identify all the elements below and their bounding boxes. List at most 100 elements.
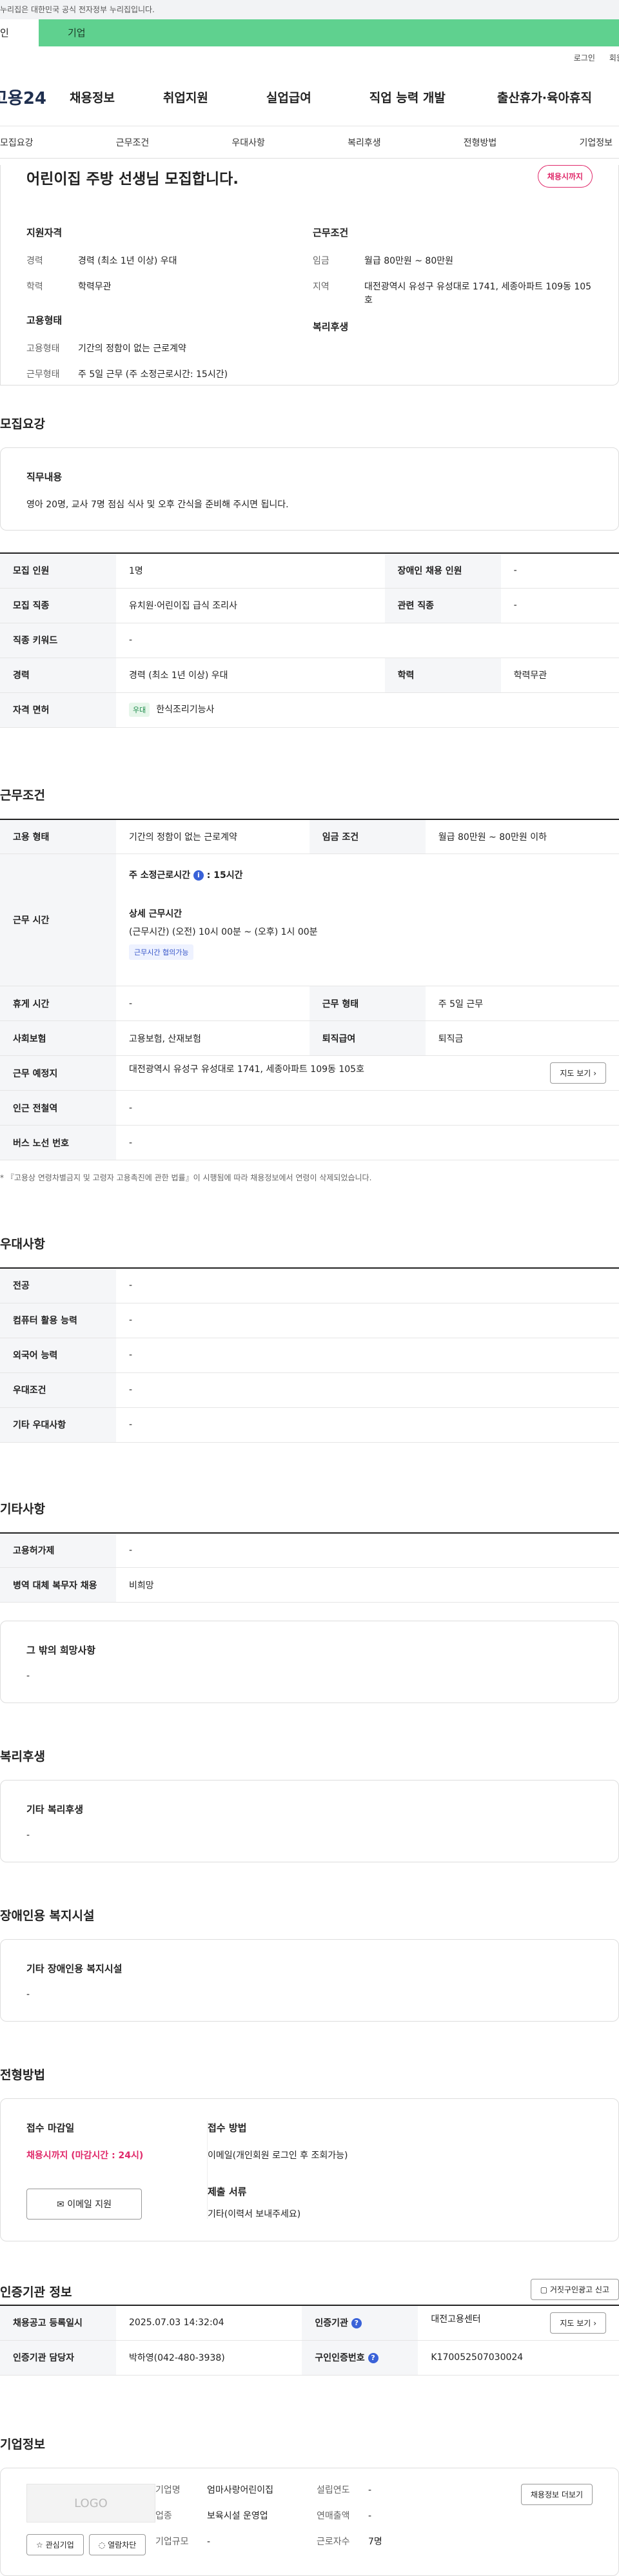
td: 월급 80만원 ~ 80만원 이하 bbox=[425, 819, 619, 854]
welfare-box: 기타 복리후생 - bbox=[0, 1780, 619, 1862]
gnb-item[interactable]: 채용정보 bbox=[70, 88, 115, 106]
info-icon[interactable]: ? bbox=[351, 2318, 362, 2329]
chevron-right-icon: › bbox=[593, 1069, 596, 1078]
gnb-item[interactable]: 실업급여 bbox=[266, 88, 311, 106]
preferred-tag: 우대 bbox=[129, 703, 150, 717]
td: K170052507030024 bbox=[418, 2340, 619, 2376]
subnav-item[interactable]: 복리후생 bbox=[348, 136, 381, 149]
welfare-heading: 복리후생 bbox=[313, 320, 349, 333]
table-row: 우대조건 - bbox=[0, 1372, 619, 1408]
negotiable-chip: 근무시간 협의가능 bbox=[129, 944, 194, 960]
deadline-heading: 접수 마감일 bbox=[26, 2122, 75, 2134]
job-summary-card: 어린이집 주방 선생님 모집합니다. 채용시까지 지원자격 경력 경력 (최소 1… bbox=[0, 165, 619, 385]
site-logo[interactable]: 고용24 bbox=[0, 85, 70, 109]
email-apply-button[interactable]: ✉ 이메일 지원 bbox=[26, 2189, 142, 2220]
label: 지역 bbox=[313, 282, 329, 293]
table-row: 전공 - bbox=[0, 1268, 619, 1303]
table-row: 자격 면허 우대 한식조리기능사 bbox=[0, 692, 619, 728]
document-icon: ▢ bbox=[540, 2285, 548, 2294]
th: 퇴직급여 bbox=[309, 1020, 426, 1056]
info-icon[interactable]: ? bbox=[368, 2353, 378, 2363]
td: - bbox=[116, 1268, 619, 1303]
deadline-badge: 채용시까지 bbox=[537, 165, 593, 188]
th: 경력 bbox=[0, 658, 116, 693]
th: 휴게 시간 bbox=[0, 986, 116, 1021]
table-row: 버스 노선 번호 - bbox=[0, 1125, 619, 1160]
age-note: * 『고용상 연령차별금지 및 고령자 고용촉진에 관한 법률』이 시행됨에 따… bbox=[0, 1173, 372, 1182]
company-info-col1: 기업명 엄마사랑어린이집 업종 보육시설 운영업 기업규모 - bbox=[155, 2484, 317, 2560]
td: - bbox=[500, 553, 619, 589]
other-wishes-box: 그 밖의 희망사항 - bbox=[0, 1621, 619, 1703]
condition-column: 근무조건 임금 월급 80만원 ~ 80만원 지역 대전광역시 유성구 유성대로 1… bbox=[313, 226, 599, 394]
th: 장애인 채용 인원 bbox=[384, 553, 501, 589]
table-row: 인근 전철역 - bbox=[0, 1090, 619, 1126]
th: 병역 대체 복무자 채용 bbox=[0, 1567, 116, 1603]
subnav-item[interactable]: 기업정보 bbox=[579, 136, 613, 149]
method-column: 접수 방법 이메일(개인회원 로그인 후 조회가능) 제출 서류 기타(이력서 … bbox=[207, 2121, 348, 2220]
condition-heading: 근무조건 bbox=[313, 227, 349, 239]
td: - bbox=[116, 623, 619, 658]
th: 인증기관 ? bbox=[302, 2305, 418, 2341]
logo-column: LOGO ☆ 관심기업 ◌ 열람차단 bbox=[26, 2483, 155, 2560]
false-ad-report-button[interactable]: ▢ 거짓구인광고 신고 bbox=[530, 2279, 619, 2300]
th: 근무 예정지 bbox=[0, 1055, 116, 1091]
subnav-item[interactable]: 우대사항 bbox=[231, 136, 265, 149]
more-jobs-button[interactable]: 채용정보 더보기 bbox=[520, 2483, 593, 2505]
gnb-item[interactable]: 직업 능력 개발 bbox=[369, 88, 446, 106]
method-heading: 접수 방법 bbox=[208, 2122, 247, 2134]
star-icon: ☆ bbox=[36, 2540, 43, 2550]
label: 설립연도 bbox=[317, 2484, 350, 2495]
subnav-item[interactable]: 전형방법 bbox=[464, 136, 497, 149]
other-wishes-heading: 그 밖의 희망사항 bbox=[26, 1644, 96, 1656]
table-row: 고용 형태 기간의 정함이 없는 근로계약 임금 조건 월급 80만원 ~ 80만원 … bbox=[0, 819, 619, 854]
deadline-value: 채용시까지 (마감시간 : 24시) bbox=[26, 2151, 144, 2161]
login-link[interactable]: 로그인 bbox=[574, 52, 595, 63]
value: 대전광역시 유성구 유성대로 1741, 세종아파트 109동 105호 bbox=[364, 282, 592, 306]
tab-business[interactable]: 기업 bbox=[39, 19, 619, 46]
deadline-column: 접수 마감일 채용시까지 (마감시간 : 24시) ✉ 이메일 지원 bbox=[26, 2121, 207, 2220]
td: 학력무관 bbox=[500, 658, 619, 693]
selection-box: 접수 마감일 채용시까지 (마감시간 : 24시) ✉ 이메일 지원 접수 방법… bbox=[0, 2098, 619, 2241]
gnb-item[interactable]: 취업지원 bbox=[163, 88, 208, 106]
value: - bbox=[207, 2537, 211, 2548]
value: 학력무관 bbox=[78, 282, 112, 293]
table-row: 모집 직종 유치원·어린이집 급식 조리사 관련 직종 - bbox=[0, 588, 619, 623]
subnav-item[interactable]: 모집요강 bbox=[0, 136, 34, 149]
detail-hours-value: (근무시간) (오전) 10시 00분 ~ (오후) 1시 00분 bbox=[129, 927, 318, 937]
value: - bbox=[368, 2510, 372, 2521]
docs-heading: 제출 서류 bbox=[208, 2186, 247, 2198]
map-button[interactable]: 지도 보기 › bbox=[550, 2312, 606, 2334]
table-row: 직종 키워드 - bbox=[0, 623, 619, 658]
map-button[interactable]: 지도 보기 › bbox=[550, 1062, 606, 1084]
value: 월급 80만원 ~ 80만원 bbox=[364, 256, 453, 266]
mail-icon: ✉ bbox=[57, 2200, 64, 2210]
subnav-item[interactable]: 근무조건 bbox=[116, 136, 150, 149]
tab-personal[interactable]: 인 bbox=[0, 19, 39, 46]
block-view-button[interactable]: ◌ 열람차단 bbox=[88, 2533, 146, 2555]
chevron-right-icon: › bbox=[593, 2318, 596, 2328]
th: 모집 인원 bbox=[0, 553, 116, 589]
label: 근무형태 bbox=[26, 369, 60, 380]
duty-box: 직무내용 영아 20명, 교사 7명 점심 식사 및 오후 간식을 준비해 주시… bbox=[0, 447, 619, 531]
td: 우대 한식조리기능사 bbox=[116, 692, 619, 728]
label: 고용형태 bbox=[26, 343, 60, 354]
favorite-company-button[interactable]: ☆ 관심기업 bbox=[26, 2533, 84, 2555]
table-row: 병역 대체 복무자 채용 비희망 bbox=[0, 1567, 619, 1603]
signup-link[interactable]: 회원가 bbox=[609, 52, 619, 63]
gnb-item[interactable]: 출산휴가·육아휴직 bbox=[497, 88, 592, 106]
table-row: 고용허가제 - bbox=[0, 1532, 619, 1568]
section-title: 우대사항 bbox=[0, 1237, 45, 1251]
td: 1명 bbox=[116, 553, 385, 589]
label: 임금 bbox=[313, 256, 329, 266]
duty-text: 영아 20명, 교사 7명 점심 식사 및 오후 간식을 준비해 주시면 됩니다… bbox=[26, 500, 289, 510]
td: - bbox=[116, 1407, 619, 1443]
th: 외국어 능력 bbox=[0, 1338, 116, 1373]
th: 근무 형태 bbox=[309, 986, 426, 1021]
info-icon[interactable]: i bbox=[193, 870, 204, 881]
disabled-facility-value: - bbox=[26, 1989, 30, 2000]
value: 보육시설 운영업 bbox=[207, 2510, 268, 2521]
section-title: 전형방법 bbox=[0, 2068, 45, 2082]
th: 고용허가제 bbox=[0, 1532, 116, 1568]
table-row: 사회보험 고용보험, 산재보험 퇴직급여 퇴직금 bbox=[0, 1020, 619, 1056]
td: - bbox=[116, 1303, 619, 1338]
